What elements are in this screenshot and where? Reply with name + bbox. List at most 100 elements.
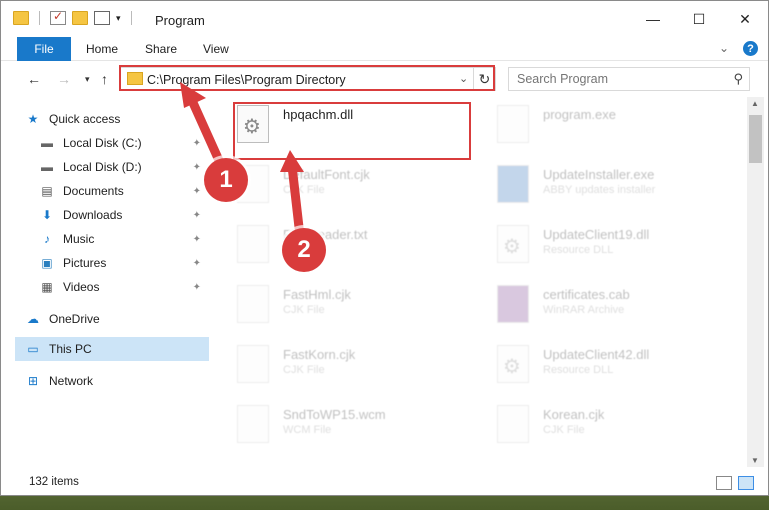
recent-locations-icon[interactable]: ▾ — [85, 74, 90, 85]
sidebar-item-local-disk-d[interactable]: ▬ Local Disk (D:) ✦ — [15, 155, 209, 179]
sidebar-item-quick-access[interactable]: ★ Quick access — [15, 107, 209, 131]
exe-file-icon — [497, 105, 529, 143]
file-item[interactable]: FastKorn.cjk CJK File — [213, 337, 463, 397]
close-button[interactable]: ✕ — [722, 1, 768, 37]
sidebar-item-label: Quick access — [49, 112, 121, 126]
back-arrow-icon[interactable]: ← — [27, 71, 41, 87]
properties-icon[interactable] — [94, 11, 110, 25]
file-item[interactable]: SndToWP15.wcm WCM File — [213, 397, 463, 457]
tab-share[interactable]: Share — [145, 37, 177, 61]
step-badge-1: 1 — [204, 158, 248, 202]
pin-icon: ✦ — [192, 137, 201, 149]
large-icons-view-icon[interactable] — [738, 476, 754, 490]
file-icon — [237, 345, 269, 383]
scroll-thumb[interactable] — [749, 115, 762, 163]
forward-arrow-icon[interactable]: → — [57, 71, 71, 87]
file-item[interactable]: Korean.cjk CJK File — [473, 397, 723, 457]
file-name: SndToWP15.wcm — [283, 407, 386, 422]
file-item[interactable]: UpdateClient42.dll Resource DLL — [473, 337, 723, 397]
chevron-down-icon[interactable]: ▾ — [116, 13, 121, 24]
sidebar-item-label: Documents — [63, 184, 124, 198]
item-count: 132 items — [29, 476, 79, 488]
pin-icon: ✦ — [192, 281, 201, 293]
sidebar-item-downloads[interactable]: ⬇ Downloads ✦ — [15, 203, 209, 227]
monitor-icon: ▭ — [27, 342, 39, 356]
file-item[interactable]: UpdateClient19.dll Resource DLL — [473, 217, 723, 277]
minimize-button[interactable]: — — [630, 1, 676, 37]
sidebar-item-music[interactable]: ♪ Music ✦ — [15, 227, 209, 251]
scroll-down-icon[interactable]: ▼ — [751, 456, 759, 465]
sidebar-item-label: Videos — [63, 280, 100, 294]
tab-home[interactable]: Home — [86, 37, 118, 61]
file-name: program.exe — [543, 107, 616, 122]
folder-icon — [13, 11, 29, 25]
file-item[interactable]: UpdateInstaller.exe ABBY updates install… — [473, 157, 723, 217]
drive-icon: ▬ — [41, 136, 53, 150]
file-type: ABBY updates installer — [543, 184, 656, 196]
file-type: WCM File — [283, 424, 332, 436]
sidebar-item-pictures[interactable]: ▣ Pictures ✦ — [15, 251, 209, 275]
file-type: CJK File — [283, 304, 325, 316]
file-item[interactable]: FastHml.cjk CJK File — [213, 277, 463, 337]
address-highlight-box — [119, 65, 495, 91]
text-file-icon — [237, 225, 269, 263]
maximize-button[interactable]: ☐ — [676, 1, 722, 37]
star-icon: ★ — [27, 112, 39, 126]
sidebar-item-documents[interactable]: ▤ Documents ✦ — [15, 179, 209, 203]
sidebar-item-label: OneDrive — [49, 312, 100, 326]
file-name: Korean.cjk — [543, 407, 605, 422]
file-name: FastKorn.cjk — [283, 347, 356, 362]
vertical-scrollbar[interactable]: ▲ ▼ — [747, 97, 764, 467]
pin-icon: ✦ — [192, 257, 201, 269]
divider — [39, 11, 40, 25]
search-input[interactable] — [517, 69, 727, 89]
pictures-icon: ▣ — [41, 256, 53, 270]
details-view-icon[interactable] — [716, 476, 732, 490]
pin-icon: ✦ — [192, 233, 201, 245]
properties-check-icon[interactable] — [50, 9, 66, 25]
file-icon — [237, 285, 269, 323]
file-name: certificates.cab — [543, 287, 630, 302]
sidebar-item-label: Music — [63, 232, 95, 246]
status-bar: 132 items — [1, 473, 768, 495]
file-item[interactable]: program.exe — [473, 97, 723, 157]
sidebar-item-label: Pictures — [63, 256, 107, 270]
search-icon[interactable]: ⚲ — [733, 71, 743, 87]
quick-access-toolbar: ▾ — [13, 9, 136, 25]
sidebar-item-this-pc[interactable]: ▭ This PC — [15, 337, 209, 361]
file-item[interactable]: FineReader.txt — [213, 217, 463, 277]
tab-view[interactable]: View — [203, 37, 229, 61]
download-arrow-icon: ⬇ — [41, 208, 53, 222]
window-title: Program — [155, 13, 205, 28]
dll-file-icon — [497, 345, 529, 383]
step-badge-2: 2 — [282, 228, 326, 272]
scroll-up-icon[interactable]: ▲ — [751, 99, 759, 108]
navigation-pane: ★ Quick access ▬ Local Disk (C:) ✦ ▬ Loc… — [1, 103, 211, 467]
music-note-icon: ♪ — [44, 232, 50, 246]
ribbon-controls: ⌄ ? — [719, 41, 758, 56]
archive-icon — [497, 285, 529, 323]
up-arrow-icon[interactable]: ↑ — [101, 71, 108, 87]
sidebar-item-network[interactable]: ⊞ Network — [15, 369, 209, 393]
file-type: Resource DLL — [543, 244, 614, 256]
file-item[interactable]: DefaultFont.cjk CJK File — [213, 157, 463, 217]
sidebar-item-videos[interactable]: ▦ Videos ✦ — [15, 275, 209, 299]
sidebar-item-label: This PC — [49, 342, 92, 356]
network-icon: ⊞ — [27, 374, 39, 388]
tab-file[interactable]: File — [17, 37, 71, 61]
installer-icon — [497, 165, 529, 203]
search-box[interactable]: ⚲ — [508, 67, 750, 91]
new-folder-icon[interactable] — [72, 11, 88, 25]
documents-icon: ▤ — [41, 184, 53, 198]
file-item[interactable]: certificates.cab WinRAR Archive — [473, 277, 723, 337]
file-name: UpdateClient42.dll — [543, 347, 650, 362]
file-name: FastHml.cjk — [283, 287, 351, 302]
help-icon[interactable]: ? — [743, 41, 758, 56]
expand-ribbon-icon[interactable]: ⌄ — [719, 41, 729, 56]
pin-icon: ✦ — [192, 161, 201, 173]
sidebar-item-onedrive[interactable]: ☁ OneDrive — [15, 307, 209, 331]
divider — [130, 11, 132, 25]
file-name: DefaultFont.cjk — [283, 167, 370, 182]
sidebar-item-local-disk-c[interactable]: ▬ Local Disk (C:) ✦ — [15, 131, 209, 155]
drive-icon: ▬ — [41, 160, 53, 174]
